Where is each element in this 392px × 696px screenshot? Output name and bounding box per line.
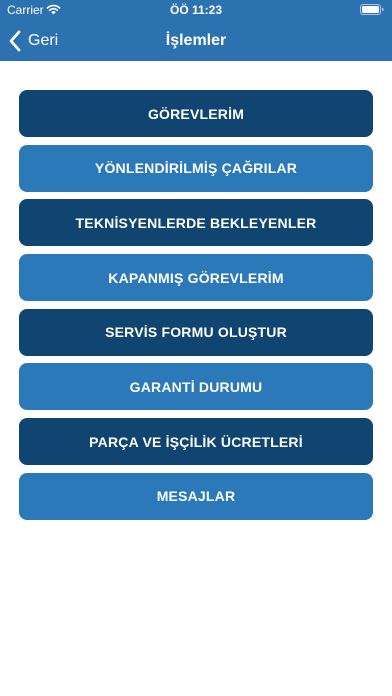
header: Carrier ÖÖ 11:23 Geri İşlemler: [0, 0, 392, 61]
menu-button-teknisyenlerde-bekleyenler[interactable]: TEKNİSYENLERDE BEKLEYENLER: [19, 199, 373, 247]
nav-bar: Geri İşlemler: [0, 20, 392, 61]
battery-icon: [360, 4, 384, 15]
page-title: İşlemler: [165, 32, 227, 49]
menu-button-kapanmis-gorevlerim[interactable]: KAPANMIŞ GÖREVLERİM: [19, 254, 373, 302]
status-bar: Carrier ÖÖ 11:23: [0, 0, 392, 20]
menu-button-gorevlerim[interactable]: GÖREVLERİM: [19, 90, 373, 137]
status-time: ÖÖ 11:23: [169, 3, 223, 17]
menu-button-parca-iscilik-ucretleri[interactable]: PARÇA VE İŞÇİLİK ÜCRETLERİ: [19, 418, 373, 466]
menu-button-yonlendirilmis-cagrilar[interactable]: YÖNLENDİRİLMİŞ ÇAĞRILAR: [19, 144, 373, 192]
menu-button-garanti-durumu[interactable]: GARANTİ DURUMU: [19, 363, 373, 411]
menu-button-servis-formu-olustur[interactable]: SERVİS FORMU OLUŞTUR: [19, 308, 373, 356]
menu-button-mesajlar[interactable]: MESAJLAR: [19, 472, 373, 520]
menu-list: GÖREVLERİM YÖNLENDİRİLMİŞ ÇAĞRILAR TEKNİ…: [19, 90, 373, 528]
